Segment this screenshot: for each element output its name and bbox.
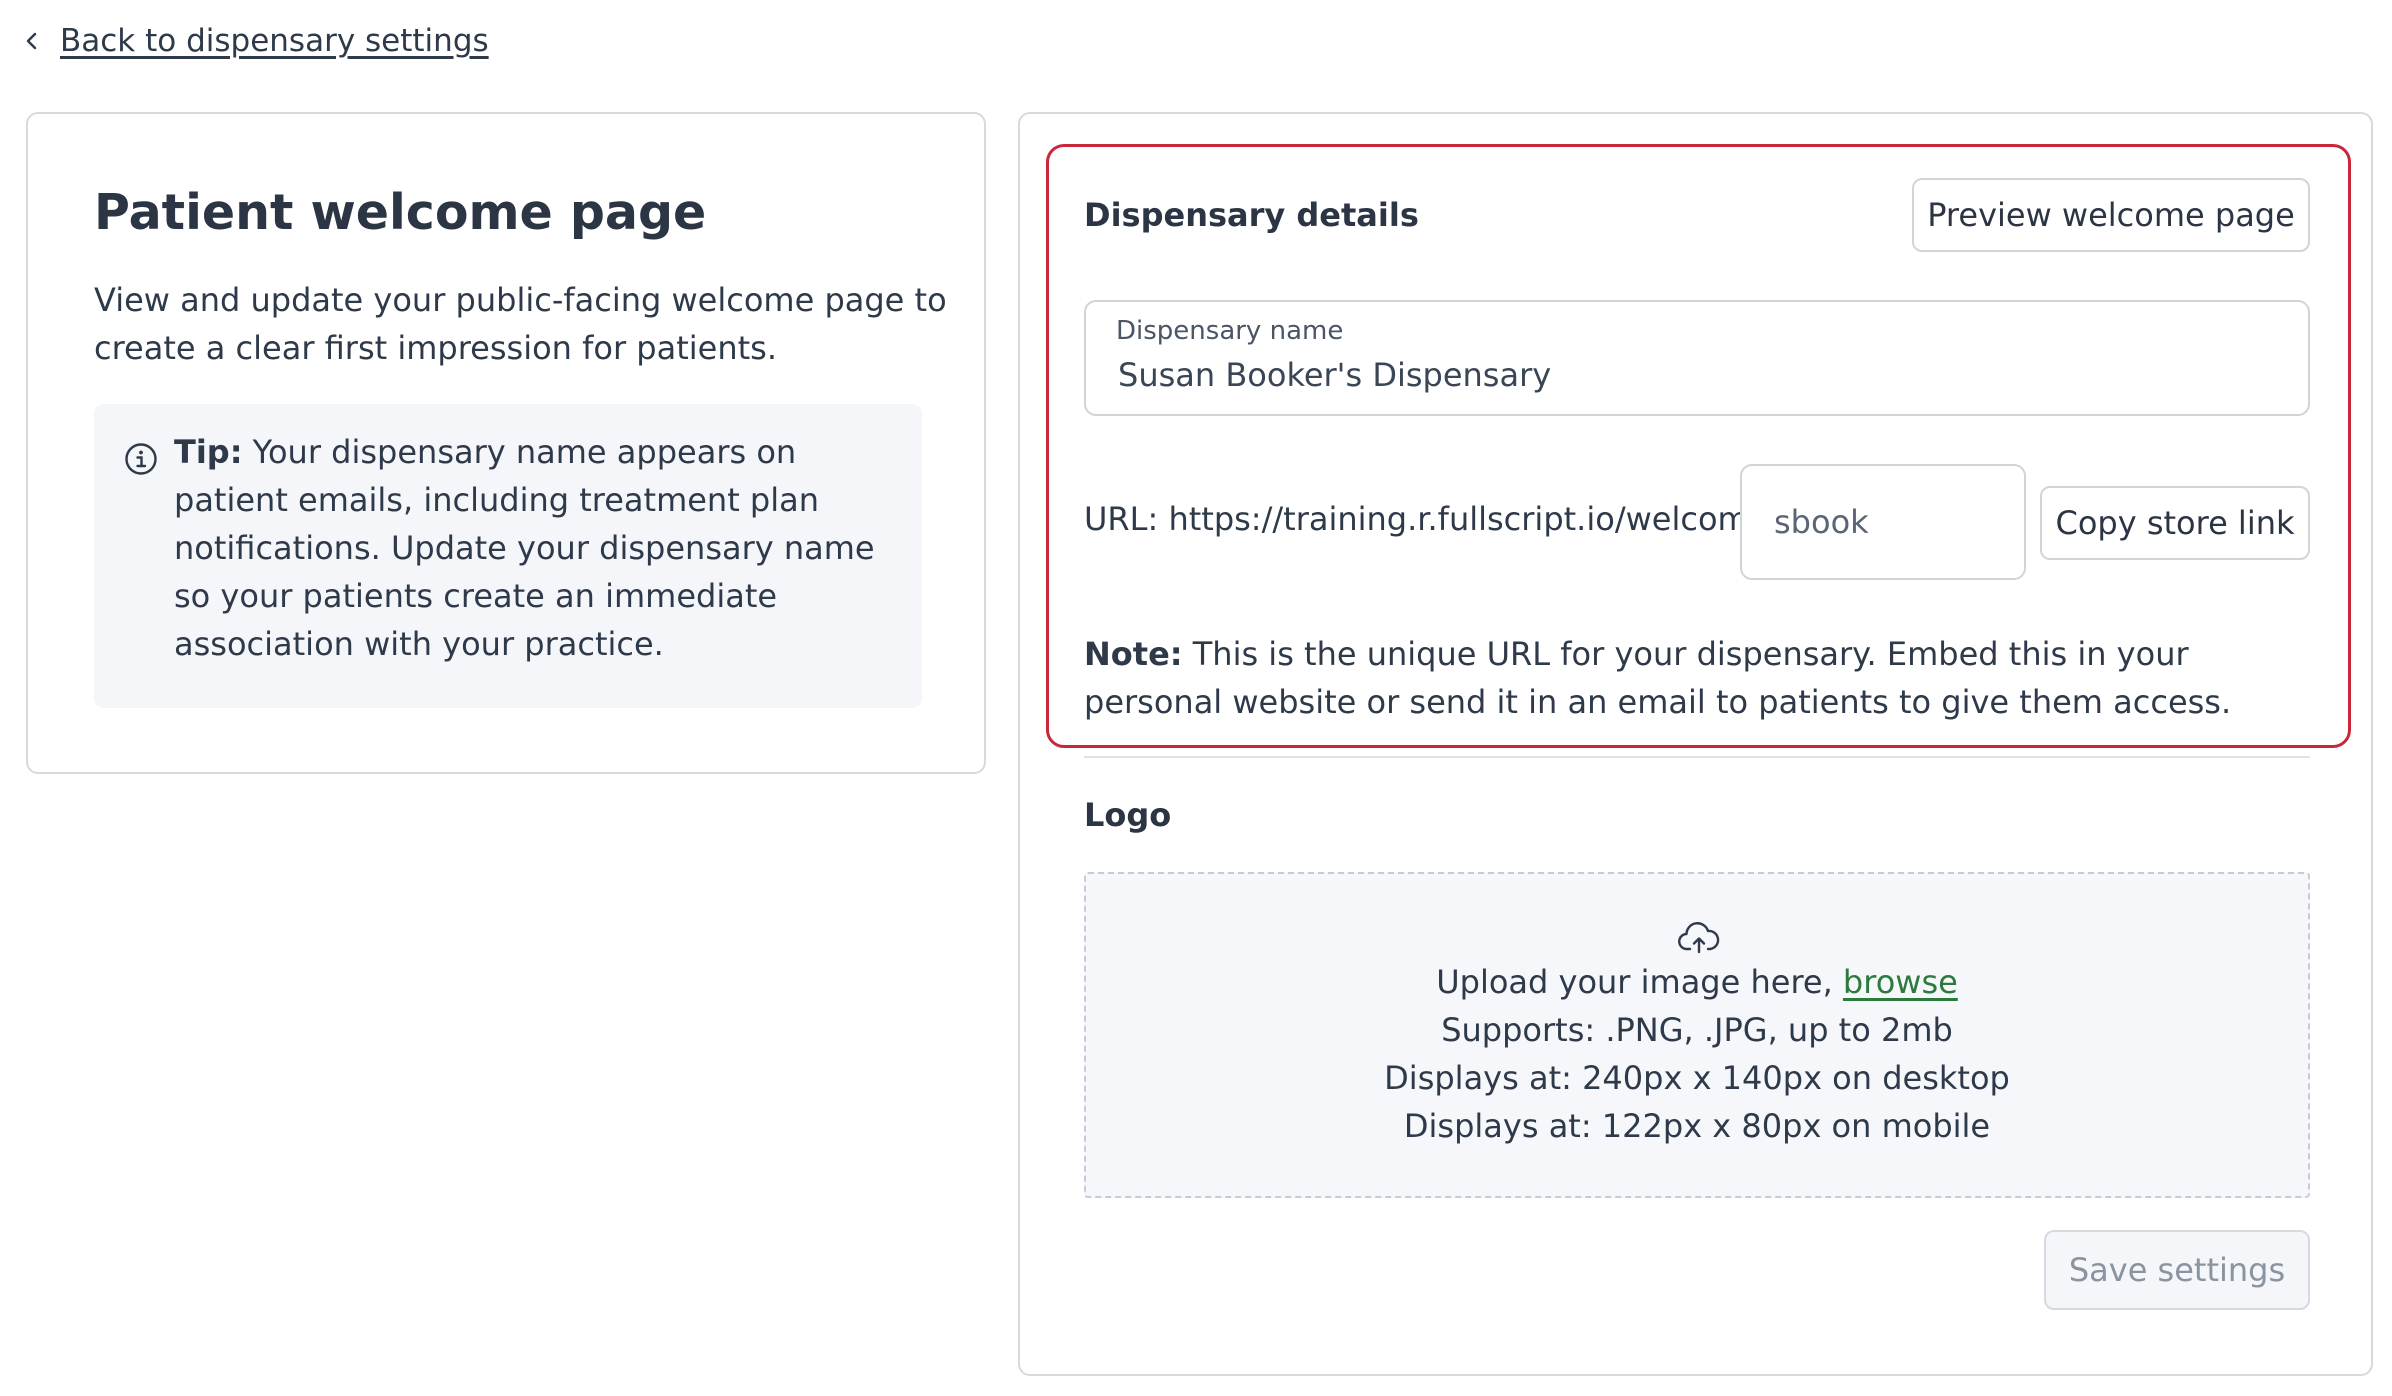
section-divider xyxy=(1084,756,2310,758)
dispensary-name-label: Dispensary name xyxy=(1116,316,1344,346)
save-settings-button[interactable]: Save settings xyxy=(2044,1230,2310,1310)
url-slug-input[interactable] xyxy=(1740,464,2026,580)
mobile-size-info: Displays at: 122px x 80px on mobile xyxy=(1403,1107,1991,1145)
cloud-upload-icon xyxy=(1678,922,1720,954)
browse-link[interactable]: browse xyxy=(1843,963,1958,1001)
info-icon xyxy=(125,443,157,475)
back-link-label: Back to dispensary settings xyxy=(60,23,489,59)
chevron-left-icon xyxy=(26,32,37,50)
store-url-label: URL: https://training.r.fullscript.io/we… xyxy=(1084,500,1780,538)
logo-dropzone[interactable]: Upload your image here, browse Supports:… xyxy=(1084,872,2310,1198)
preview-welcome-page-button[interactable]: Preview welcome page xyxy=(1912,178,2310,252)
note-text: This is the unique URL for your dispensa… xyxy=(1084,635,2232,721)
copy-store-link-button[interactable]: Copy store link xyxy=(2040,486,2310,560)
upload-text: Upload your image here, xyxy=(1436,963,1833,1001)
tip-body: Your dispensary name appears on patient … xyxy=(174,433,875,663)
logo-title: Logo xyxy=(1084,796,1172,834)
tip-box: Tip: Your dispensary name appears on pat… xyxy=(94,404,922,708)
back-link[interactable]: Back to dispensary settings xyxy=(22,18,489,64)
tip-text: Tip: Your dispensary name appears on pat… xyxy=(174,428,894,668)
supported-formats: Supports: .PNG, .JPG, up to 2mb xyxy=(1441,1011,1953,1049)
page-description: View and update your public-facing welco… xyxy=(94,281,947,367)
desktop-size-info: Displays at: 240px x 140px on desktop xyxy=(1384,1059,2010,1097)
dispensary-name-field[interactable]: Dispensary name Susan Booker's Dispensar… xyxy=(1084,300,2310,416)
dispensary-name-value: Susan Booker's Dispensary xyxy=(1118,356,1552,394)
tip-label: Tip: xyxy=(174,433,243,471)
dispensary-details-title: Dispensary details xyxy=(1084,196,1419,234)
intro-card: Patient welcome page View and update you… xyxy=(26,112,986,774)
note-label: Note: xyxy=(1084,635,1183,673)
page-title: Patient welcome page xyxy=(94,184,707,241)
url-note: Note: This is the unique URL for your di… xyxy=(1084,630,2314,726)
upload-instruction: Upload your image here, browse xyxy=(1086,958,2308,1006)
